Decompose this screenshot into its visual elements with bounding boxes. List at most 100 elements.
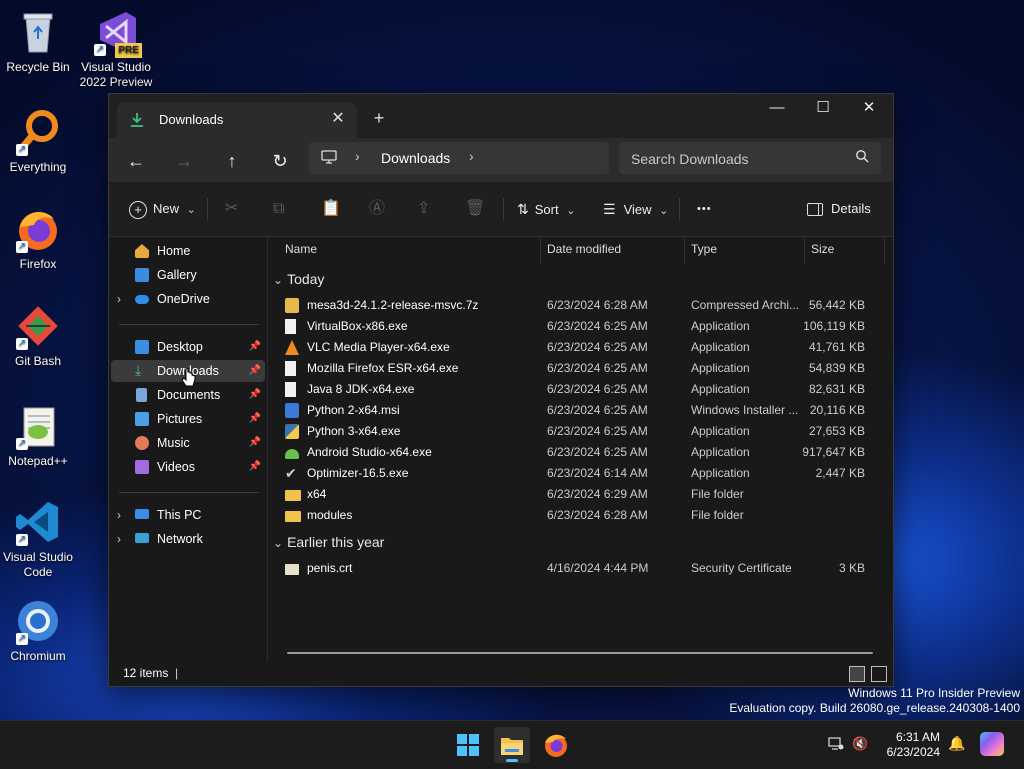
list-item[interactable]: Java 8 JDK-x64.exe 6/23/2024 6:25 AM App… <box>283 379 879 400</box>
volume-muted-icon[interactable]: 🔇 <box>852 736 868 752</box>
sidebar-item-this-pc[interactable]: › This PC <box>111 504 265 526</box>
breadcrumb-downloads[interactable]: Downloads <box>381 150 450 166</box>
file-date: 6/23/2024 6:29 AM <box>547 487 648 501</box>
folder-icon <box>285 511 301 522</box>
sidebar-item-pictures[interactable]: Pictures 📌 <box>111 408 265 430</box>
desktop-icon-recycle-bin[interactable]: Recycle Bin <box>0 8 76 75</box>
desktop-icon-firefox[interactable]: ↗ Firefox <box>0 205 76 272</box>
list-item[interactable]: penis.crt 4/16/2024 4:44 PM Security Cer… <box>283 558 879 579</box>
list-item[interactable]: Python 2-x64.msi 6/23/2024 6:25 AM Windo… <box>283 400 879 421</box>
start-button[interactable] <box>450 727 486 763</box>
up-button[interactable]: ↑ <box>217 146 247 176</box>
close-window-button[interactable]: ✕ <box>846 94 892 124</box>
paste-icon[interactable]: 📋 <box>321 196 341 222</box>
sidebar-item-onedrive[interactable]: › OneDrive <box>111 288 265 310</box>
sidebar-item-network[interactable]: › Network <box>111 528 265 550</box>
column-header-size[interactable]: Size <box>811 237 834 263</box>
chevron-down-icon: ⌄ <box>659 205 669 217</box>
breadcrumb-separator[interactable]: › <box>355 148 360 164</box>
network-tray-icon[interactable] <box>828 737 844 756</box>
column-divider[interactable] <box>540 237 541 263</box>
copilot-icon[interactable] <box>980 732 1004 756</box>
details-view-icon[interactable] <box>849 666 865 682</box>
cloud-icon <box>135 295 149 304</box>
clock[interactable]: 6:31 AM 6/23/2024 <box>880 730 940 760</box>
network-icon <box>135 533 149 543</box>
close-tab-button[interactable]: ✕ <box>327 108 349 130</box>
expand-chevron-icon[interactable]: › <box>117 504 121 526</box>
list-item[interactable]: VLC Media Player-x64.exe 6/23/2024 6:25 … <box>283 337 879 358</box>
desktop-icon-chromium[interactable]: ↗ Chromium <box>0 597 76 664</box>
sidebar-item-videos[interactable]: Videos 📌 <box>111 456 265 478</box>
group-header-earlier-this-year[interactable]: ⌄ Earlier this year <box>273 534 384 550</box>
see-more-button[interactable]: ••• <box>697 196 712 222</box>
view-button[interactable]: ☰ View ⌄ <box>603 196 668 222</box>
status-bar: 12 items | <box>109 662 893 686</box>
breadcrumb-separator[interactable]: › <box>469 148 474 164</box>
forward-button[interactable]: → <box>169 146 199 176</box>
column-header-type[interactable]: Type <box>691 237 717 263</box>
list-item[interactable]: VirtualBox-x86.exe 6/23/2024 6:25 AM App… <box>283 316 879 337</box>
pin-icon: 📌 <box>248 389 261 400</box>
desktop-icon-git-bash[interactable]: ↗ Git Bash <box>0 302 76 369</box>
desktop-icon-label: Visual Studio Code <box>3 550 73 579</box>
divider <box>119 492 259 493</box>
new-button[interactable]: + New ⌄ <box>129 196 196 222</box>
shortcut-arrow-icon: ↗ <box>16 438 28 450</box>
sidebar-item-music[interactable]: Music 📌 <box>111 432 265 454</box>
details-pane-icon <box>807 203 823 217</box>
column-divider[interactable] <box>684 237 685 263</box>
file-type: Application <box>691 424 750 438</box>
group-header-today[interactable]: ⌄ Today <box>273 271 324 287</box>
column-divider[interactable] <box>804 237 805 263</box>
firefox-taskbar-button[interactable] <box>538 727 574 763</box>
search-input[interactable] <box>629 148 853 170</box>
desktop-icon-label: Notepad++ <box>8 454 68 468</box>
back-button[interactable]: ← <box>121 146 151 176</box>
sidebar-item-desktop[interactable]: Desktop 📌 <box>111 336 265 358</box>
share-icon[interactable]: ⇪ <box>417 196 430 222</box>
list-item[interactable]: x64 6/23/2024 6:29 AM File folder <box>283 484 879 505</box>
search-box[interactable] <box>619 142 881 174</box>
sidebar-item-home[interactable]: Home <box>111 240 265 262</box>
column-header-name[interactable]: Name <box>285 237 317 263</box>
cut-icon[interactable]: ✂ <box>225 196 238 222</box>
copy-icon[interactable]: ⧉ <box>273 196 284 222</box>
large-icons-view-icon[interactable] <box>871 666 887 682</box>
address-bar[interactable]: › Downloads › <box>309 142 609 174</box>
list-item[interactable]: ✔ Optimizer-16.5.exe 6/23/2024 6:14 AM A… <box>283 463 879 484</box>
list-item[interactable]: Android Studio-x64.exe 6/23/2024 6:25 AM… <box>283 442 879 463</box>
details-pane-button[interactable]: Details <box>807 196 871 222</box>
plus-circle-icon: + <box>129 200 147 219</box>
expand-chevron-icon[interactable]: › <box>117 528 121 550</box>
list-item[interactable]: Mozilla Firefox ESR-x64.exe 6/23/2024 6:… <box>283 358 879 379</box>
refresh-button[interactable]: ↻ <box>265 146 295 176</box>
desktop-icon-visual-studio-2022-preview[interactable]: PRE ↗ Visual Studio 2022 Preview <box>78 8 154 90</box>
sort-icon: ⇅ <box>517 201 529 217</box>
file-type: Application <box>691 361 750 375</box>
tab-downloads[interactable]: Downloads ✕ <box>117 102 357 138</box>
notification-bell-icon[interactable]: 🔔 <box>948 735 965 752</box>
desktop-icon-everything[interactable]: ↗ Everything <box>0 108 76 175</box>
minimize-button[interactable]: — <box>754 94 800 124</box>
column-divider[interactable] <box>884 237 885 263</box>
new-tab-button[interactable]: + <box>367 106 391 130</box>
desktop-icon-label: Recycle Bin <box>6 60 70 74</box>
maximize-button[interactable]: ☐ <box>800 94 846 124</box>
view-label: View <box>623 202 652 217</box>
delete-icon[interactable]: 🗑 <box>465 196 485 222</box>
sidebar-item-gallery[interactable]: Gallery <box>111 264 265 286</box>
list-item[interactable]: mesa3d-24.1.2-release-msvc.7z 6/23/2024 … <box>283 295 879 316</box>
rename-icon[interactable]: Ⓐ <box>369 196 385 222</box>
file-explorer-taskbar-button[interactable] <box>494 727 530 763</box>
horizontal-scrollbar[interactable] <box>287 652 873 654</box>
list-item[interactable]: modules 6/23/2024 6:28 AM File folder <box>283 505 879 526</box>
column-header-date-modified[interactable]: Date modified <box>547 237 621 263</box>
sidebar-item-label: Home <box>157 244 191 258</box>
list-item[interactable]: Python 3-x64.exe 6/23/2024 6:25 AM Appli… <box>283 421 879 442</box>
folder-icon <box>285 490 301 501</box>
expand-chevron-icon[interactable]: › <box>117 288 121 310</box>
desktop-icon-visual-studio-code[interactable]: ↗ Visual Studio Code <box>0 498 76 580</box>
sort-button[interactable]: ⇅ Sort ⌄ <box>517 196 575 222</box>
desktop-icon-notepad-plus-plus[interactable]: ↗ Notepad++ <box>0 402 76 469</box>
